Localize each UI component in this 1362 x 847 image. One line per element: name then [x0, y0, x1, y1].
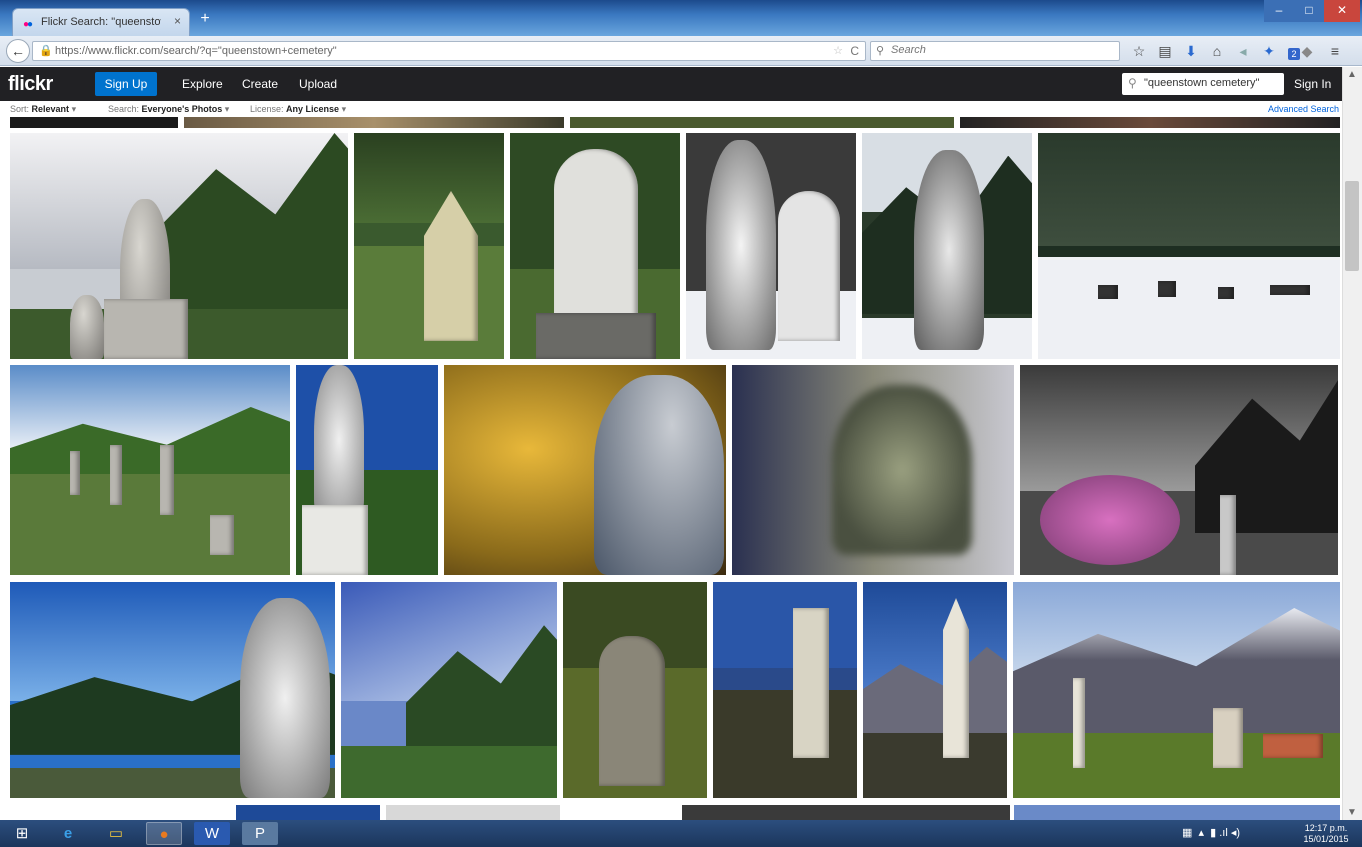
search-icon: ⚲	[1128, 76, 1137, 90]
bookmark-star-icon[interactable]: ☆	[833, 44, 843, 57]
advanced-search-link[interactable]: Advanced Search	[1268, 104, 1339, 114]
photo-tile[interactable]	[863, 582, 1007, 798]
firefox-icon[interactable]: ●	[146, 822, 182, 845]
lock-icon: 🔒	[39, 45, 53, 57]
scroll-thumb[interactable]	[1345, 181, 1359, 271]
maximize-button[interactable]: □	[1294, 0, 1324, 22]
photo-tile[interactable]	[510, 133, 680, 359]
photo-tile[interactable]	[686, 133, 856, 359]
back-button[interactable]: ←	[6, 39, 30, 63]
flickr-search-box[interactable]: ⚲	[1122, 73, 1284, 95]
flickr-favicon-icon: ●●	[23, 19, 33, 30]
search-scope-dropdown[interactable]: Search: Everyone's Photos ▾	[108, 104, 229, 115]
url-text[interactable]: https://www.flickr.com/search/?q="queens…	[55, 45, 337, 57]
license-value: Any License	[286, 104, 340, 114]
addon-icon[interactable]: ✦	[1260, 42, 1278, 60]
bookmark-star-icon[interactable]: ☆	[1130, 42, 1148, 60]
search-scope-value: Everyone's Photos	[141, 104, 223, 114]
nav-explore[interactable]: Explore	[182, 77, 223, 91]
photo-tile[interactable]	[386, 805, 560, 820]
sign-up-button[interactable]: Sign Up	[95, 72, 157, 96]
reload-icon[interactable]: C	[850, 44, 859, 58]
new-tab-button[interactable]: +	[194, 10, 216, 30]
license-dropdown[interactable]: License: Any License ▾	[250, 104, 346, 115]
notification-badge: 2	[1288, 48, 1300, 60]
sort-label: Sort:	[10, 104, 30, 114]
photo-grid	[0, 117, 1340, 820]
license-label: License:	[250, 104, 284, 114]
browser-search-box[interactable]: ⚲	[870, 41, 1120, 61]
browser-nav-bar: ← 🔒 https://www.flickr.com/search/?q="qu…	[0, 36, 1362, 66]
tab-close-icon[interactable]: ×	[174, 14, 181, 28]
sort-dropdown[interactable]: Sort: Relevant ▾	[10, 104, 76, 115]
photo-tile[interactable]	[563, 582, 707, 798]
photo-tile[interactable]	[184, 117, 564, 128]
photo-tile[interactable]	[341, 582, 557, 798]
photo-tile[interactable]	[236, 805, 380, 820]
downloads-icon[interactable]: ⬇	[1182, 42, 1200, 60]
filter-bar: Sort: Relevant ▾ Search: Everyone's Phot…	[0, 101, 1340, 117]
flickr-header: flickr Sign Up Explore Create Upload ⚲ S…	[0, 67, 1362, 101]
browser-tab[interactable]: ●● Flickr Search: "queenstown... ×	[12, 8, 190, 36]
clock[interactable]: 12:17 p.m. 15/01/2015	[1296, 823, 1356, 845]
sign-in-link[interactable]: Sign In	[1294, 77, 1331, 91]
photo-tile[interactable]	[1038, 133, 1340, 359]
clock-date: 15/01/2015	[1303, 834, 1349, 844]
system-tray[interactable]: ▦ ▴ ▮ .ıl ◂)	[1182, 826, 1240, 839]
url-bar[interactable]: 🔒 https://www.flickr.com/search/?q="quee…	[32, 41, 866, 61]
menu-icon[interactable]: ≡	[1326, 42, 1344, 60]
clock-time: 12:17 p.m.	[1304, 823, 1348, 833]
home-icon[interactable]: ⌂	[1208, 42, 1226, 60]
photo-tile[interactable]	[713, 582, 857, 798]
page-scrollbar[interactable]: ▲ ▼	[1342, 67, 1362, 820]
bookmarks-list-icon[interactable]: ▤	[1156, 42, 1174, 60]
windows-taskbar: ⊞ e ▭ ● W P ▦ ▴ ▮ .ıl ◂) 12:17 p.m. 15/0…	[0, 820, 1362, 847]
scroll-up-icon[interactable]: ▲	[1347, 69, 1357, 80]
photo-tile[interactable]	[1020, 365, 1338, 575]
photo-tile[interactable]	[732, 365, 1014, 575]
word-icon[interactable]: W	[194, 822, 230, 845]
nav-create[interactable]: Create	[242, 77, 278, 91]
flickr-logo[interactable]: flickr	[8, 73, 53, 96]
file-explorer-icon[interactable]: ▭	[98, 822, 134, 845]
photo-tile[interactable]	[682, 805, 1010, 820]
photo-tile[interactable]	[444, 365, 726, 575]
search-icon: ⚲	[876, 45, 885, 57]
close-window-button[interactable]: ✕	[1324, 0, 1360, 22]
nav-upload[interactable]: Upload	[299, 77, 337, 91]
shield-icon[interactable]: ◆	[1298, 42, 1316, 60]
photo-tile[interactable]	[570, 117, 954, 128]
photo-tile[interactable]	[10, 365, 290, 575]
pocket-icon[interactable]: ◂	[1234, 42, 1252, 60]
photo-tile[interactable]	[10, 117, 178, 128]
tab-title: Flickr Search: "queenstown...	[41, 16, 161, 28]
flickr-search-input[interactable]	[1144, 77, 1280, 89]
publisher-icon[interactable]: P	[242, 822, 278, 845]
photo-tile[interactable]	[960, 117, 1340, 128]
search-scope-label: Search:	[108, 104, 140, 114]
photo-tile[interactable]	[1013, 582, 1340, 798]
photo-tile[interactable]	[10, 582, 335, 798]
photo-tile[interactable]	[354, 133, 504, 359]
photo-tile[interactable]	[296, 365, 438, 575]
sort-value: Relevant	[31, 104, 70, 114]
minimize-button[interactable]: –	[1264, 0, 1294, 22]
internet-explorer-icon[interactable]: e	[50, 822, 86, 845]
scroll-down-icon[interactable]: ▼	[1347, 807, 1357, 818]
browser-search-input[interactable]	[891, 44, 1111, 56]
photo-tile[interactable]	[10, 133, 348, 359]
photo-tile[interactable]	[862, 133, 1032, 359]
start-button[interactable]: ⊞	[4, 822, 40, 845]
browser-title-bar: ●● Flickr Search: "queenstown... × + – □…	[0, 0, 1362, 36]
photo-tile[interactable]	[1014, 805, 1340, 820]
